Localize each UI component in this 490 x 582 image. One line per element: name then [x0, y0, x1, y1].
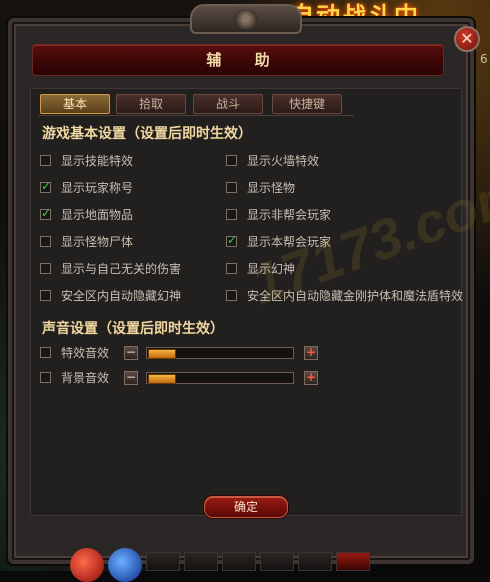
option-label: 显示本帮会玩家 — [247, 234, 332, 249]
option-monster-corpses[interactable]: 显示怪物尸体 — [40, 233, 133, 249]
checkbox[interactable] — [40, 235, 51, 247]
checkbox[interactable] — [226, 154, 237, 166]
checkbox[interactable] — [226, 208, 237, 220]
tab-battle[interactable]: 战斗 — [193, 94, 263, 114]
option-label: 安全区内自动隐藏幻神 — [61, 288, 182, 303]
option-label: 显示幻神 — [247, 261, 296, 276]
option-hide-shield-effects-safezone[interactable]: 安全区内自动隐藏金刚护体和魔法盾特效 — [226, 287, 463, 303]
option-hide-phantom-safezone[interactable]: 安全区内自动隐藏幻神 — [40, 287, 181, 303]
checkbox[interactable] — [226, 181, 237, 193]
tab-hotkeys[interactable]: 快捷键 — [272, 94, 342, 114]
option-label: 安全区内自动隐藏金刚护体和魔法盾特效 — [247, 288, 464, 303]
option-firewall-effects[interactable]: 显示火墙特效 — [226, 152, 319, 168]
option-label: 显示地面物品 — [61, 207, 134, 222]
checkbox[interactable] — [40, 179, 51, 193]
dialog-title-bar: 辅 助 — [32, 44, 444, 76]
option-skill-effects[interactable]: 显示技能特效 — [40, 152, 133, 168]
checkbox[interactable] — [40, 371, 51, 383]
option-label: 显示玩家称号 — [61, 180, 134, 195]
option-label: 显示与自己无关的伤害 — [61, 261, 182, 276]
dialog-title: 辅 助 — [206, 51, 284, 69]
sound-label: 背景音效 — [61, 370, 110, 385]
option-label: 显示火墙特效 — [247, 153, 320, 168]
hotbar-slot[interactable] — [184, 552, 218, 571]
hotbar-slot[interactable] — [222, 552, 256, 571]
hotbar-slot[interactable] — [336, 552, 370, 571]
background-volume-slider[interactable] — [146, 372, 294, 384]
option-label: 显示怪物尸体 — [61, 234, 134, 249]
volume-decrease-button[interactable]: − — [124, 346, 138, 360]
option-player-titles[interactable]: 显示玩家称号 — [40, 179, 133, 195]
volume-increase-button[interactable]: + — [304, 371, 318, 385]
option-guild-players[interactable]: 显示本帮会玩家 — [226, 233, 331, 249]
option-label: 显示技能特效 — [61, 153, 134, 168]
hp-orb-icon — [70, 548, 104, 582]
option-non-guild-players[interactable]: 显示非帮会玩家 — [226, 206, 331, 222]
edge-number: 6 — [480, 52, 488, 66]
option-show-phantom[interactable]: 显示幻神 — [226, 260, 295, 276]
basic-settings-heading: 游戏基本设置（设置后即时生效） — [42, 126, 252, 142]
checkbox[interactable] — [226, 289, 237, 301]
hotbar-slot[interactable] — [146, 552, 180, 571]
volume-decrease-button[interactable]: − — [124, 371, 138, 385]
tab-pickup[interactable]: 拾取 — [116, 94, 186, 114]
hotbar-slot[interactable] — [260, 552, 294, 571]
option-ground-items[interactable]: 显示地面物品 — [40, 206, 133, 222]
effects-volume-slider[interactable] — [146, 347, 294, 359]
option-label: 显示非帮会玩家 — [247, 207, 332, 222]
option-unrelated-damage[interactable]: 显示与自己无关的伤害 — [40, 260, 181, 276]
slider-fill — [148, 349, 176, 359]
checkbox[interactable] — [40, 289, 51, 301]
option-label: 显示怪物 — [247, 180, 296, 195]
sound-row-effects: 特效音效 — [40, 344, 117, 360]
skill-hotbar — [70, 548, 490, 582]
sound-settings-heading: 声音设置（设置后即时生效） — [42, 321, 224, 337]
option-show-monsters[interactable]: 显示怪物 — [226, 179, 295, 195]
sound-row-background: 背景音效 — [40, 369, 117, 385]
dialog-crest-ornament — [190, 4, 302, 34]
tab-divider — [38, 115, 354, 116]
checkbox[interactable] — [40, 262, 51, 274]
checkbox[interactable] — [40, 154, 51, 166]
sound-label: 特效音效 — [61, 345, 110, 360]
checkbox[interactable] — [226, 233, 237, 247]
checkbox[interactable] — [226, 262, 237, 274]
confirm-button[interactable]: 确定 — [204, 496, 288, 518]
volume-increase-button[interactable]: + — [304, 346, 318, 360]
close-button[interactable]: ✕ — [454, 26, 480, 52]
slider-fill — [148, 374, 176, 384]
checkbox[interactable] — [40, 206, 51, 220]
tab-basic[interactable]: 基本 — [40, 94, 110, 114]
mp-orb-icon — [108, 548, 142, 582]
hotbar-slot[interactable] — [298, 552, 332, 571]
checkbox[interactable] — [40, 346, 51, 358]
